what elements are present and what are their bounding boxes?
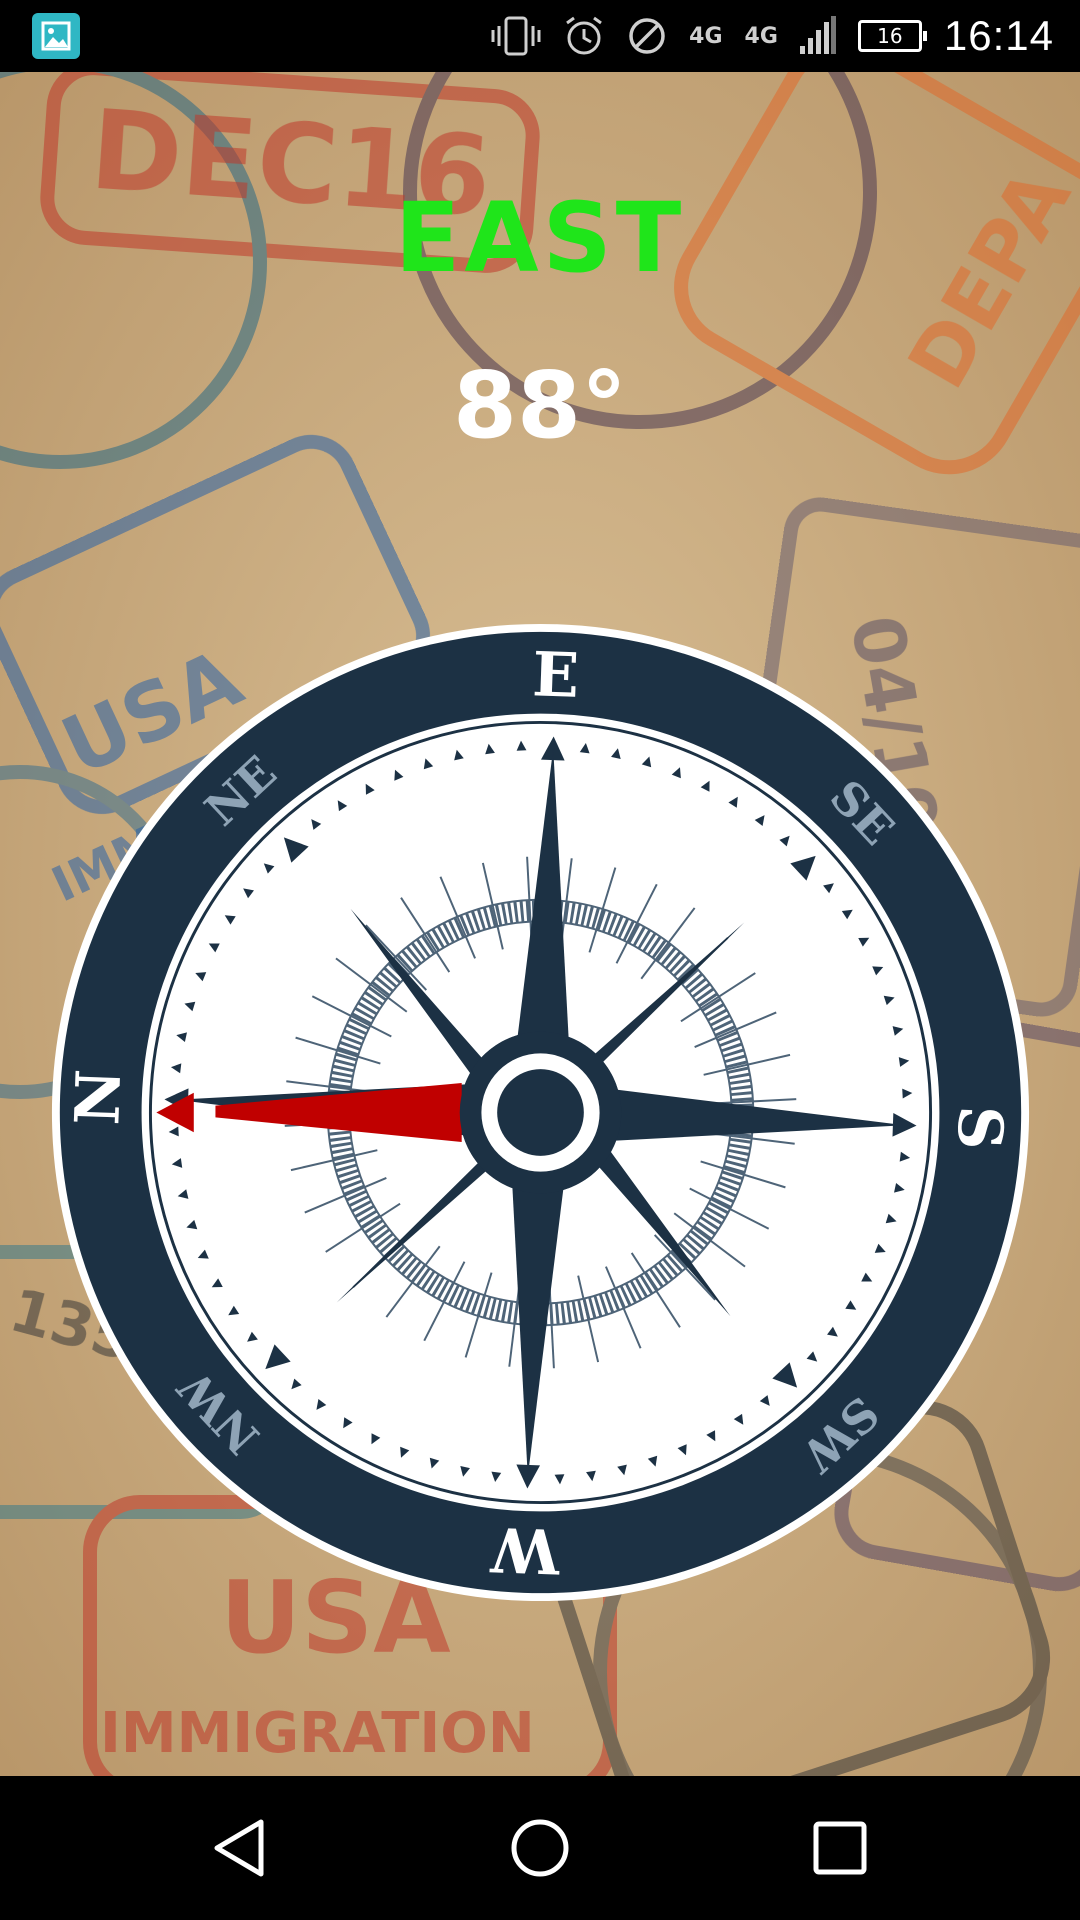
status-icons: 4G 4G 16 16:14 — [491, 0, 1054, 72]
dial-label-e: E — [531, 639, 580, 712]
network-type-1: 4G — [689, 23, 723, 49]
battery-level: 16 — [877, 24, 903, 48]
status-bar: 4G 4G 16 16:14 — [0, 0, 1080, 72]
compass-dial: N S E W NE SE SW NW — [51, 623, 1030, 1602]
direction-label: EAST — [394, 182, 686, 294]
svg-text:IMMIGRATION: IMMIGRATION — [100, 1701, 535, 1766]
home-icon[interactable] — [504, 1812, 576, 1884]
back-icon[interactable] — [205, 1812, 277, 1884]
compass-screen: DEC16 USA IMMIGRATION DEPA USA IMMIGRATI… — [0, 72, 1080, 1776]
navigation-bar — [0, 1776, 1080, 1920]
dial-label-w: W — [488, 1513, 561, 1586]
blocked-icon — [629, 18, 665, 54]
dial-label-n: N — [62, 1068, 135, 1126]
vibrate-icon — [491, 16, 541, 56]
status-time: 16:14 — [943, 12, 1054, 59]
network-type-2: 4G — [744, 23, 778, 49]
recents-icon[interactable] — [804, 1812, 876, 1884]
signal-icon — [799, 16, 836, 54]
battery-icon: 16 — [857, 20, 927, 52]
alarm-icon — [566, 16, 603, 55]
heading-degrees: 88° — [452, 352, 628, 459]
gallery-icon — [32, 13, 80, 59]
dial-label-s: S — [943, 1105, 1015, 1152]
